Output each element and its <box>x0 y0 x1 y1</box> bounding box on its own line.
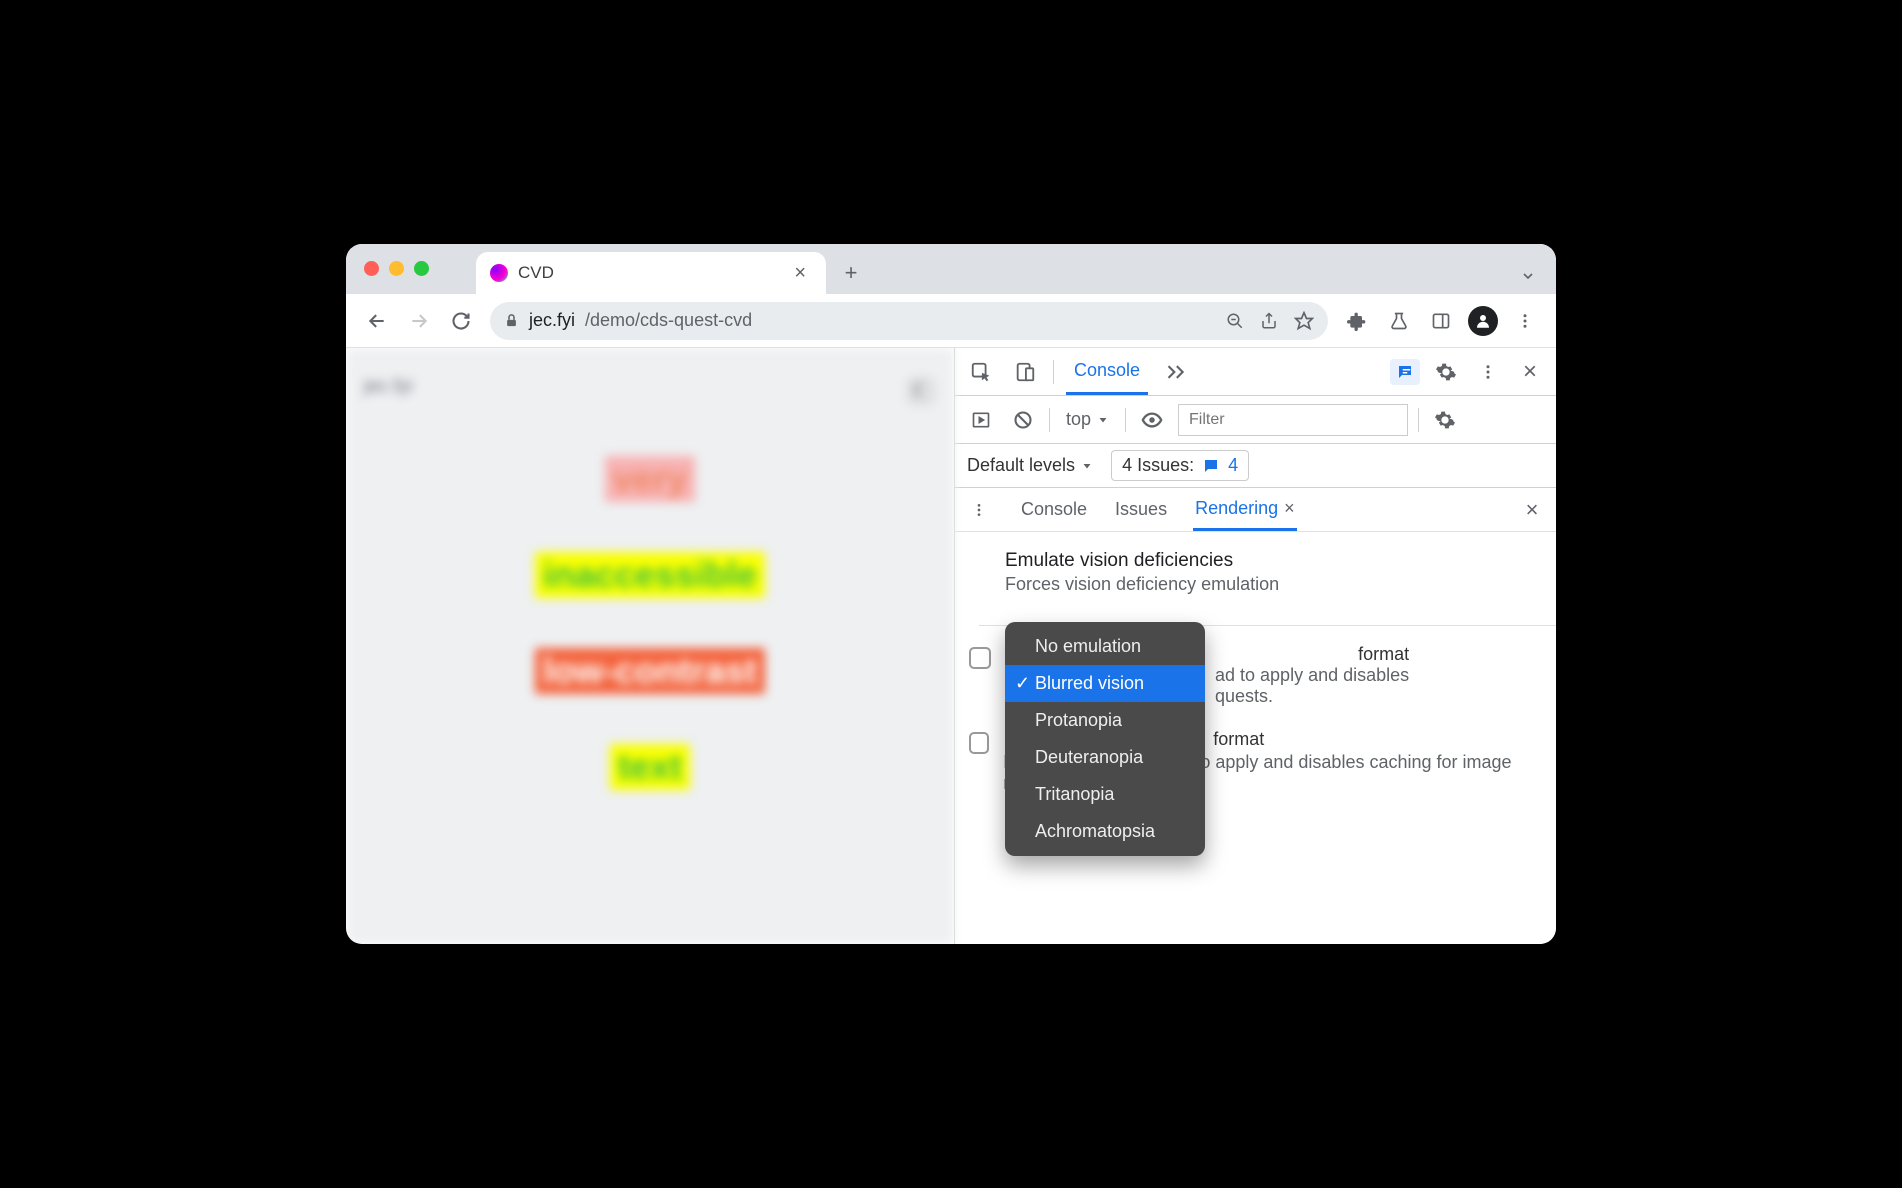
section-description: Forces vision deficiency emulation <box>1005 574 1532 595</box>
address-bar[interactable]: jec.fyi/demo/cds-quest-cvd <box>490 302 1328 340</box>
checkbox-2[interactable] <box>969 732 989 754</box>
vision-deficiency-dropdown[interactable]: No emulation Blurred vision Protanopia D… <box>1005 622 1205 856</box>
live-expression-button[interactable] <box>1136 404 1168 436</box>
settings-button[interactable] <box>1430 356 1462 388</box>
url-path: /demo/cds-quest-cvd <box>585 310 752 331</box>
issues-chat-icon <box>1202 457 1220 475</box>
window-maximize-button[interactable] <box>414 261 429 276</box>
drawer-tabs: Console Issues Rendering × × <box>955 488 1556 532</box>
inspect-element-button[interactable] <box>965 356 997 388</box>
more-tabs-button[interactable] <box>1160 356 1192 388</box>
lock-icon <box>504 313 519 328</box>
drawer-tab-rendering[interactable]: Rendering × <box>1193 488 1297 531</box>
overflow-menu-button[interactable] <box>1506 302 1544 340</box>
section-title: Emulate vision deficiencies <box>1005 550 1532 572</box>
labs-button[interactable] <box>1380 302 1418 340</box>
devtools-menu-button[interactable] <box>1472 356 1504 388</box>
drawer-menu-button[interactable] <box>963 494 995 526</box>
zoom-out-icon[interactable] <box>1226 312 1244 330</box>
item1-title-frag: format <box>1358 644 1409 664</box>
context-selector[interactable]: top <box>1060 404 1115 436</box>
page-viewport[interactable]: jec.fyi ☾ very inaccessible low-contrast… <box>346 348 954 944</box>
demo-word-4: text <box>610 744 690 790</box>
window-controls <box>364 261 429 276</box>
dropdown-option[interactable]: Achromatopsia <box>1005 813 1205 850</box>
dropdown-option[interactable]: No emulation <box>1005 628 1205 665</box>
console-filters: Default levels 4 Issues: 4 <box>955 444 1556 488</box>
back-button[interactable] <box>358 302 396 340</box>
devtools-panel: Console × <box>954 348 1556 944</box>
drawer-tab-console[interactable]: Console <box>1019 488 1089 531</box>
new-tab-button[interactable]: + <box>836 258 866 288</box>
forward-button[interactable] <box>400 302 438 340</box>
console-toolbar: top <box>955 396 1556 444</box>
tab-title: CVD <box>518 263 554 283</box>
browser-tab[interactable]: CVD × <box>476 252 826 294</box>
demo-words: very inaccessible low-contrast text <box>364 456 936 790</box>
open-issues-button[interactable] <box>1390 359 1420 385</box>
site-label: jec.fyi <box>364 376 413 406</box>
item1-desc-frag: ad to apply and disables <box>1215 665 1409 685</box>
bookmark-star-icon[interactable] <box>1294 311 1314 331</box>
item2-title-frag: format <box>1213 729 1264 749</box>
devtools-tab-console[interactable]: Console <box>1066 348 1148 395</box>
drawer-tab-close-button[interactable]: × <box>1284 498 1295 519</box>
tab-close-button[interactable]: × <box>788 261 812 285</box>
url-host: jec.fyi <box>529 310 575 331</box>
dropdown-option[interactable]: Tritanopia <box>1005 776 1205 813</box>
extensions-button[interactable] <box>1338 302 1376 340</box>
checkbox-1[interactable] <box>969 647 991 669</box>
console-sidebar-toggle[interactable] <box>965 404 997 436</box>
omnibox-actions <box>1226 311 1314 331</box>
filter-input[interactable] <box>1178 404 1408 436</box>
browser-window: CVD × + jec.fyi/demo/cds-quest-cvd <box>346 244 1556 944</box>
console-settings-button[interactable] <box>1429 404 1461 436</box>
tab-strip: CVD × + <box>346 244 1556 294</box>
demo-word-1: very <box>605 456 695 502</box>
drawer-close-button[interactable]: × <box>1516 494 1548 526</box>
demo-word-2: inaccessible <box>535 552 765 598</box>
favicon-icon <box>490 264 508 282</box>
reload-button[interactable] <box>442 302 480 340</box>
dropdown-option-selected[interactable]: Blurred vision <box>1005 665 1205 702</box>
dropdown-option[interactable]: Deuteranopia <box>1005 739 1205 776</box>
log-levels-selector[interactable]: Default levels <box>967 455 1093 476</box>
avatar-icon <box>1468 306 1498 336</box>
window-minimize-button[interactable] <box>389 261 404 276</box>
window-close-button[interactable] <box>364 261 379 276</box>
device-toolbar-button[interactable] <box>1009 356 1041 388</box>
rendering-panel: Emulate vision deficiencies Forces visio… <box>955 532 1556 944</box>
sidepanel-button[interactable] <box>1422 302 1460 340</box>
demo-word-3: low-contrast <box>535 648 765 694</box>
share-icon[interactable] <box>1260 312 1278 330</box>
devtools-close-button[interactable]: × <box>1514 356 1546 388</box>
drawer-tab-issues[interactable]: Issues <box>1113 488 1169 531</box>
page-header: jec.fyi ☾ <box>364 376 936 406</box>
vision-deficiency-section: Emulate vision deficiencies Forces visio… <box>955 532 1556 607</box>
devtools-topbar: Console × <box>955 348 1556 396</box>
dropdown-option[interactable]: Protanopia <box>1005 702 1205 739</box>
item1-desc2-frag: quests. <box>1215 686 1273 706</box>
theme-toggle-button[interactable]: ☾ <box>906 376 936 406</box>
tab-overflow-button[interactable] <box>1520 268 1536 284</box>
issues-pill[interactable]: 4 Issues: 4 <box>1111 450 1249 481</box>
content-split: jec.fyi ☾ very inaccessible low-contrast… <box>346 348 1556 944</box>
browser-toolbar: jec.fyi/demo/cds-quest-cvd <box>346 294 1556 348</box>
profile-button[interactable] <box>1464 302 1502 340</box>
clear-console-button[interactable] <box>1007 404 1039 436</box>
